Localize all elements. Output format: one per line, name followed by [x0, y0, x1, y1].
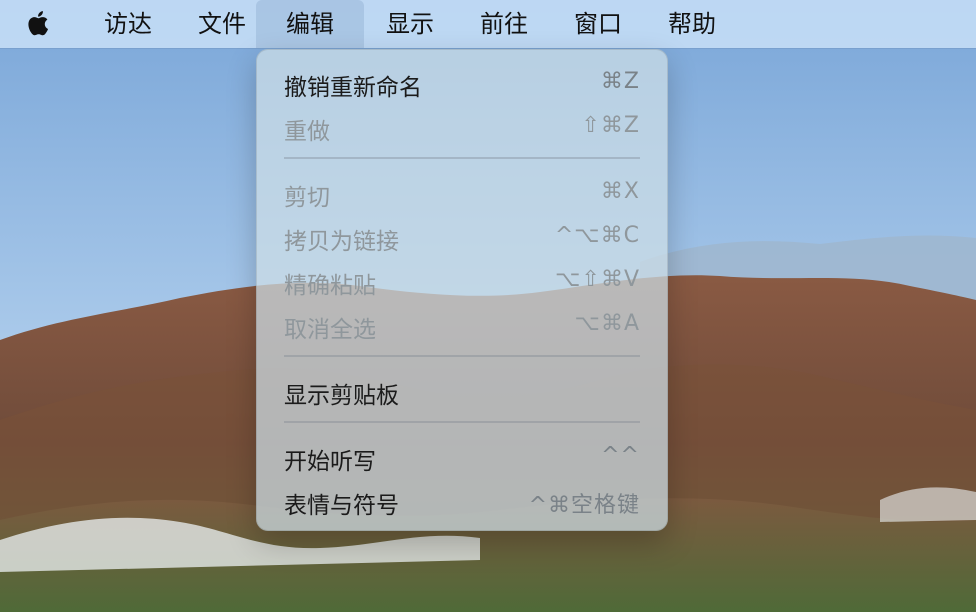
menu-item-redo[interactable]: 重做 ⇧⌘Z: [256, 105, 668, 149]
menu-item-emoji-symbols[interactable]: 表情与符号 ^⌘空格键: [256, 479, 668, 523]
menu-item-shortcut: ⌥⌘A: [574, 311, 640, 336]
menu-item-shortcut: ^⌘空格键: [528, 493, 640, 518]
menubar-item-file[interactable]: 文件: [182, 0, 262, 48]
menu-separator: [284, 157, 640, 159]
menu-separator: [284, 421, 640, 423]
menu-item-cut[interactable]: 剪切 ⌘X: [256, 171, 668, 215]
menubar-item-edit[interactable]: 编辑: [256, 0, 364, 48]
edit-menu-dropdown: 撤销重新命名 ⌘Z 重做 ⇧⌘Z 剪切 ⌘X 拷贝为链接 ^⌥⌘C 精确粘贴 ⌥…: [256, 49, 668, 531]
menubar-item-go[interactable]: 前往: [464, 0, 544, 48]
menubar-item-help[interactable]: 帮助: [652, 0, 732, 48]
menubar-item-window[interactable]: 窗口: [558, 0, 638, 48]
menu-item-label: 显示剪贴板: [284, 383, 399, 409]
menu-item-label: 表情与符号: [284, 493, 399, 519]
menu-item-shortcut: ⌘Z: [600, 69, 640, 94]
menubar-item-view[interactable]: 显示: [370, 0, 450, 48]
menu-item-shortcut: ⌥⇧⌘V: [555, 267, 640, 292]
menu-bar: 访达 文件 编辑 显示 前往 窗口 帮助: [0, 0, 976, 48]
menu-item-label: 拷贝为链接: [284, 229, 399, 255]
menu-item-copy-as-link[interactable]: 拷贝为链接 ^⌥⌘C: [256, 215, 668, 259]
menu-item-label: 重做: [284, 119, 330, 145]
menu-item-shortcut: ⇧⌘Z: [581, 113, 640, 138]
menubar-item-finder[interactable]: 访达: [88, 0, 168, 48]
menu-item-shortcut: ^^: [601, 443, 640, 468]
apple-logo-icon[interactable]: [22, 6, 56, 40]
menu-item-start-dictation[interactable]: 开始听写 ^^: [256, 435, 668, 479]
menu-item-show-clipboard[interactable]: 显示剪贴板: [256, 369, 668, 413]
menu-item-label: 取消全选: [284, 317, 376, 343]
menu-item-label: 精确粘贴: [284, 273, 376, 299]
menu-item-shortcut: ^⌥⌘C: [554, 223, 640, 248]
menu-separator: [284, 355, 640, 357]
menu-item-deselect-all[interactable]: 取消全选 ⌥⌘A: [256, 303, 668, 347]
menu-item-undo-rename[interactable]: 撤销重新命名 ⌘Z: [256, 61, 668, 105]
menu-item-label: 开始听写: [284, 449, 376, 475]
menu-item-paste-exact[interactable]: 精确粘贴 ⌥⇧⌘V: [256, 259, 668, 303]
menu-item-label: 撤销重新命名: [284, 75, 422, 101]
menu-item-label: 剪切: [284, 185, 330, 211]
menu-item-shortcut: ⌘X: [600, 179, 640, 204]
